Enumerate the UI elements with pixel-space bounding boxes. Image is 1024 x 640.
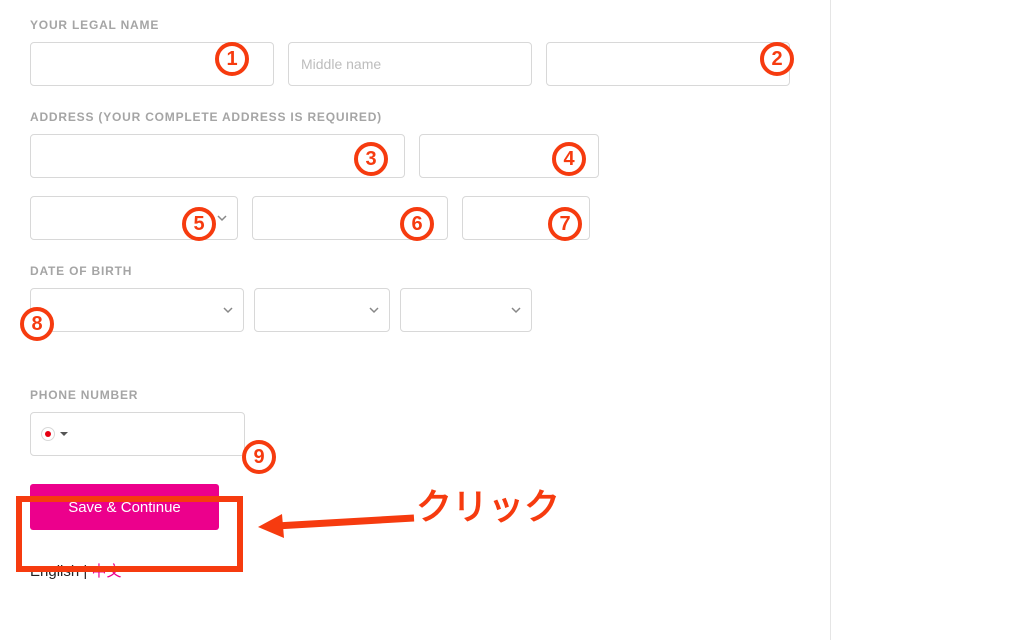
legal-name-row (30, 42, 800, 86)
address-line1-input[interactable] (30, 134, 405, 178)
address-country-input[interactable] (462, 196, 590, 240)
phone-label: PHONE NUMBER (30, 388, 800, 402)
dob-month-select[interactable] (30, 288, 244, 332)
address-city-input[interactable] (419, 134, 599, 178)
last-name-input[interactable] (546, 42, 790, 86)
language-en-link[interactable]: English (30, 563, 79, 580)
phone-input[interactable] (30, 412, 245, 456)
caret-down-icon (60, 432, 68, 436)
japan-flag-icon (41, 427, 55, 441)
legal-name-label: YOUR LEGAL NAME (30, 18, 800, 32)
dob-day-select[interactable] (254, 288, 390, 332)
address-row-1 (30, 134, 800, 178)
middle-name-input[interactable] (288, 42, 532, 86)
address-state-select[interactable] (30, 196, 238, 240)
right-sidebar (830, 0, 1024, 640)
dob-label: DATE OF BIRTH (30, 264, 800, 278)
address-postal-input[interactable] (252, 196, 448, 240)
dob-row (30, 288, 800, 332)
form-container: YOUR LEGAL NAME ADDRESS (YOUR COMPLETE A… (0, 0, 830, 640)
save-continue-button[interactable]: Save & Continue (30, 484, 219, 530)
first-name-input[interactable] (30, 42, 274, 86)
address-row-2 (30, 196, 800, 240)
address-label: ADDRESS (YOUR COMPLETE ADDRESS IS REQUIR… (30, 110, 800, 124)
dob-year-select[interactable] (400, 288, 532, 332)
phone-row (30, 412, 800, 456)
language-switcher: English | 中文 (30, 560, 800, 581)
language-zh-link[interactable]: 中文 (91, 563, 121, 580)
